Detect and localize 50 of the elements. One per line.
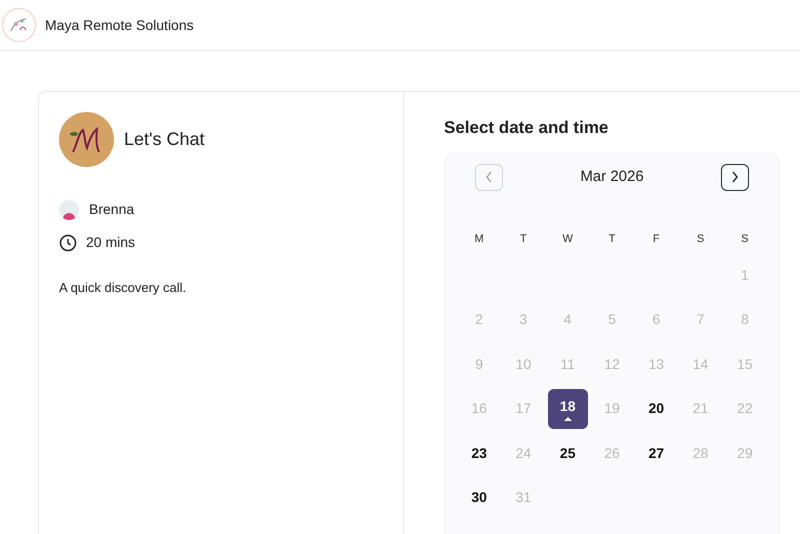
- event-title: Let's Chat: [124, 128, 204, 151]
- calendar-day[interactable]: 25: [548, 433, 588, 474]
- calendar-day[interactable]: 12: [592, 344, 632, 384]
- calendar-day[interactable]: 3: [503, 300, 544, 340]
- chevron-right-icon: [731, 171, 739, 183]
- clock-icon: [59, 234, 77, 252]
- next-month-button[interactable]: [721, 164, 749, 190]
- calendar-day[interactable]: 11: [548, 344, 588, 384]
- calendar-day[interactable]: 16: [459, 388, 500, 429]
- calendar-day[interactable]: 8: [724, 300, 765, 340]
- calendar-day[interactable]: 10: [503, 344, 544, 384]
- calendar-day[interactable]: 21: [680, 388, 721, 429]
- calendar-day[interactable]: 7: [680, 300, 721, 340]
- host-name: Brenna: [89, 200, 134, 219]
- calendar-day[interactable]: 5: [592, 300, 632, 340]
- chevron-left-icon: [485, 171, 493, 183]
- calendar-day[interactable]: 15: [724, 344, 765, 384]
- calendar-day[interactable]: 22: [724, 388, 765, 429]
- avatar-icon: [59, 200, 79, 220]
- brand-name: Maya Remote Solutions: [45, 16, 194, 35]
- calendar-day[interactable]: 20: [636, 388, 676, 429]
- calendar-day[interactable]: 19: [592, 388, 632, 429]
- calendar-day[interactable]: 30: [459, 478, 500, 518]
- calendar-day[interactable]: 27: [636, 433, 676, 474]
- calendar-day[interactable]: 29: [724, 433, 765, 474]
- weekday-label: F: [652, 232, 660, 246]
- calendar-day[interactable]: 24: [503, 433, 544, 474]
- picker-title: Select date and time: [444, 117, 610, 139]
- weekday-label: S: [741, 232, 749, 246]
- calendar-day[interactable]: 14: [680, 344, 721, 384]
- weekday-label: T: [608, 232, 616, 246]
- weekday-label: T: [520, 232, 527, 246]
- weekday-label: M: [474, 232, 484, 246]
- month-label: Mar 2026: [580, 166, 644, 187]
- weekday-label: W: [562, 232, 573, 246]
- calendar-day[interactable]: 4: [548, 300, 588, 340]
- calendar-day[interactable]: 23: [459, 433, 500, 474]
- calendar-day[interactable]: 13: [636, 344, 676, 384]
- calendar-day[interactable]: 6: [636, 300, 676, 340]
- calendar-day[interactable]: 9: [459, 344, 500, 384]
- calendar-day[interactable]: 2: [459, 300, 500, 340]
- calendar-day[interactable]: 1: [724, 255, 765, 296]
- event-description: A quick discovery call.: [59, 279, 188, 297]
- calendar-day[interactable]: 26: [592, 433, 632, 474]
- calendar-day[interactable]: 17: [503, 388, 544, 429]
- calendar-day[interactable]: 18: [548, 388, 588, 429]
- calendar-day[interactable]: 31: [503, 478, 544, 518]
- weekday-label: S: [696, 232, 704, 246]
- calendar-day[interactable]: 28: [680, 433, 721, 474]
- duration-text: 20 mins: [86, 233, 136, 252]
